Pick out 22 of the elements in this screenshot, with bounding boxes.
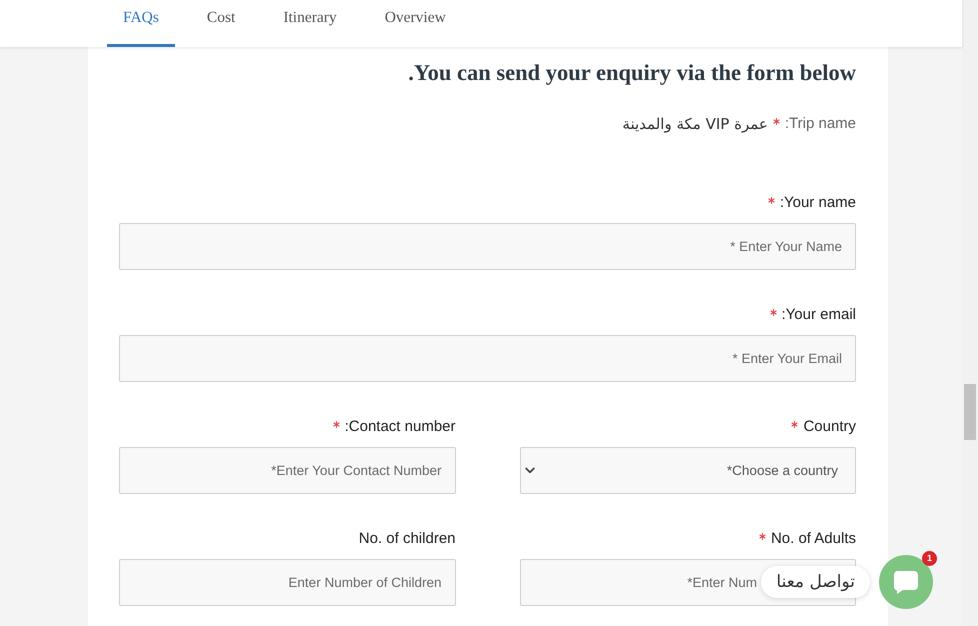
notification-badge: 1 [922, 551, 937, 566]
scrollbar-thumb[interactable] [964, 384, 976, 440]
trip-name-value: عمرة VIP مكة والمدينة [622, 114, 768, 134]
form-heading: .You can send your enquiry via the form below [407, 60, 856, 86]
trip-name-label: :Trip name [784, 114, 856, 134]
field-label: :Your email [782, 305, 856, 325]
input-field[interactable]: * Enter Your Name [119, 223, 856, 270]
field-label: Country [803, 417, 856, 437]
chat-icon [893, 569, 919, 595]
field-label: :Contact number [344, 417, 456, 437]
field-label: No. of Adults [770, 529, 856, 549]
input-field[interactable]: * Enter Your Email [119, 335, 856, 382]
chat-tooltip[interactable]: تواصل معنا [761, 566, 870, 598]
field-label: :Your name [780, 193, 856, 213]
chevron-down-icon [524, 467, 534, 474]
input-field[interactable]: *Enter Your Contact Number [119, 447, 456, 494]
tab[interactable]: Cost [190, 0, 252, 47]
field-label: No. of children [358, 529, 456, 549]
tab[interactable]: Itinerary [267, 0, 353, 47]
country-dropdown[interactable]: *Choose a country [520, 447, 856, 494]
tab[interactable]: Overview [368, 0, 462, 47]
input-field[interactable]: Enter Number of Children [119, 559, 456, 606]
